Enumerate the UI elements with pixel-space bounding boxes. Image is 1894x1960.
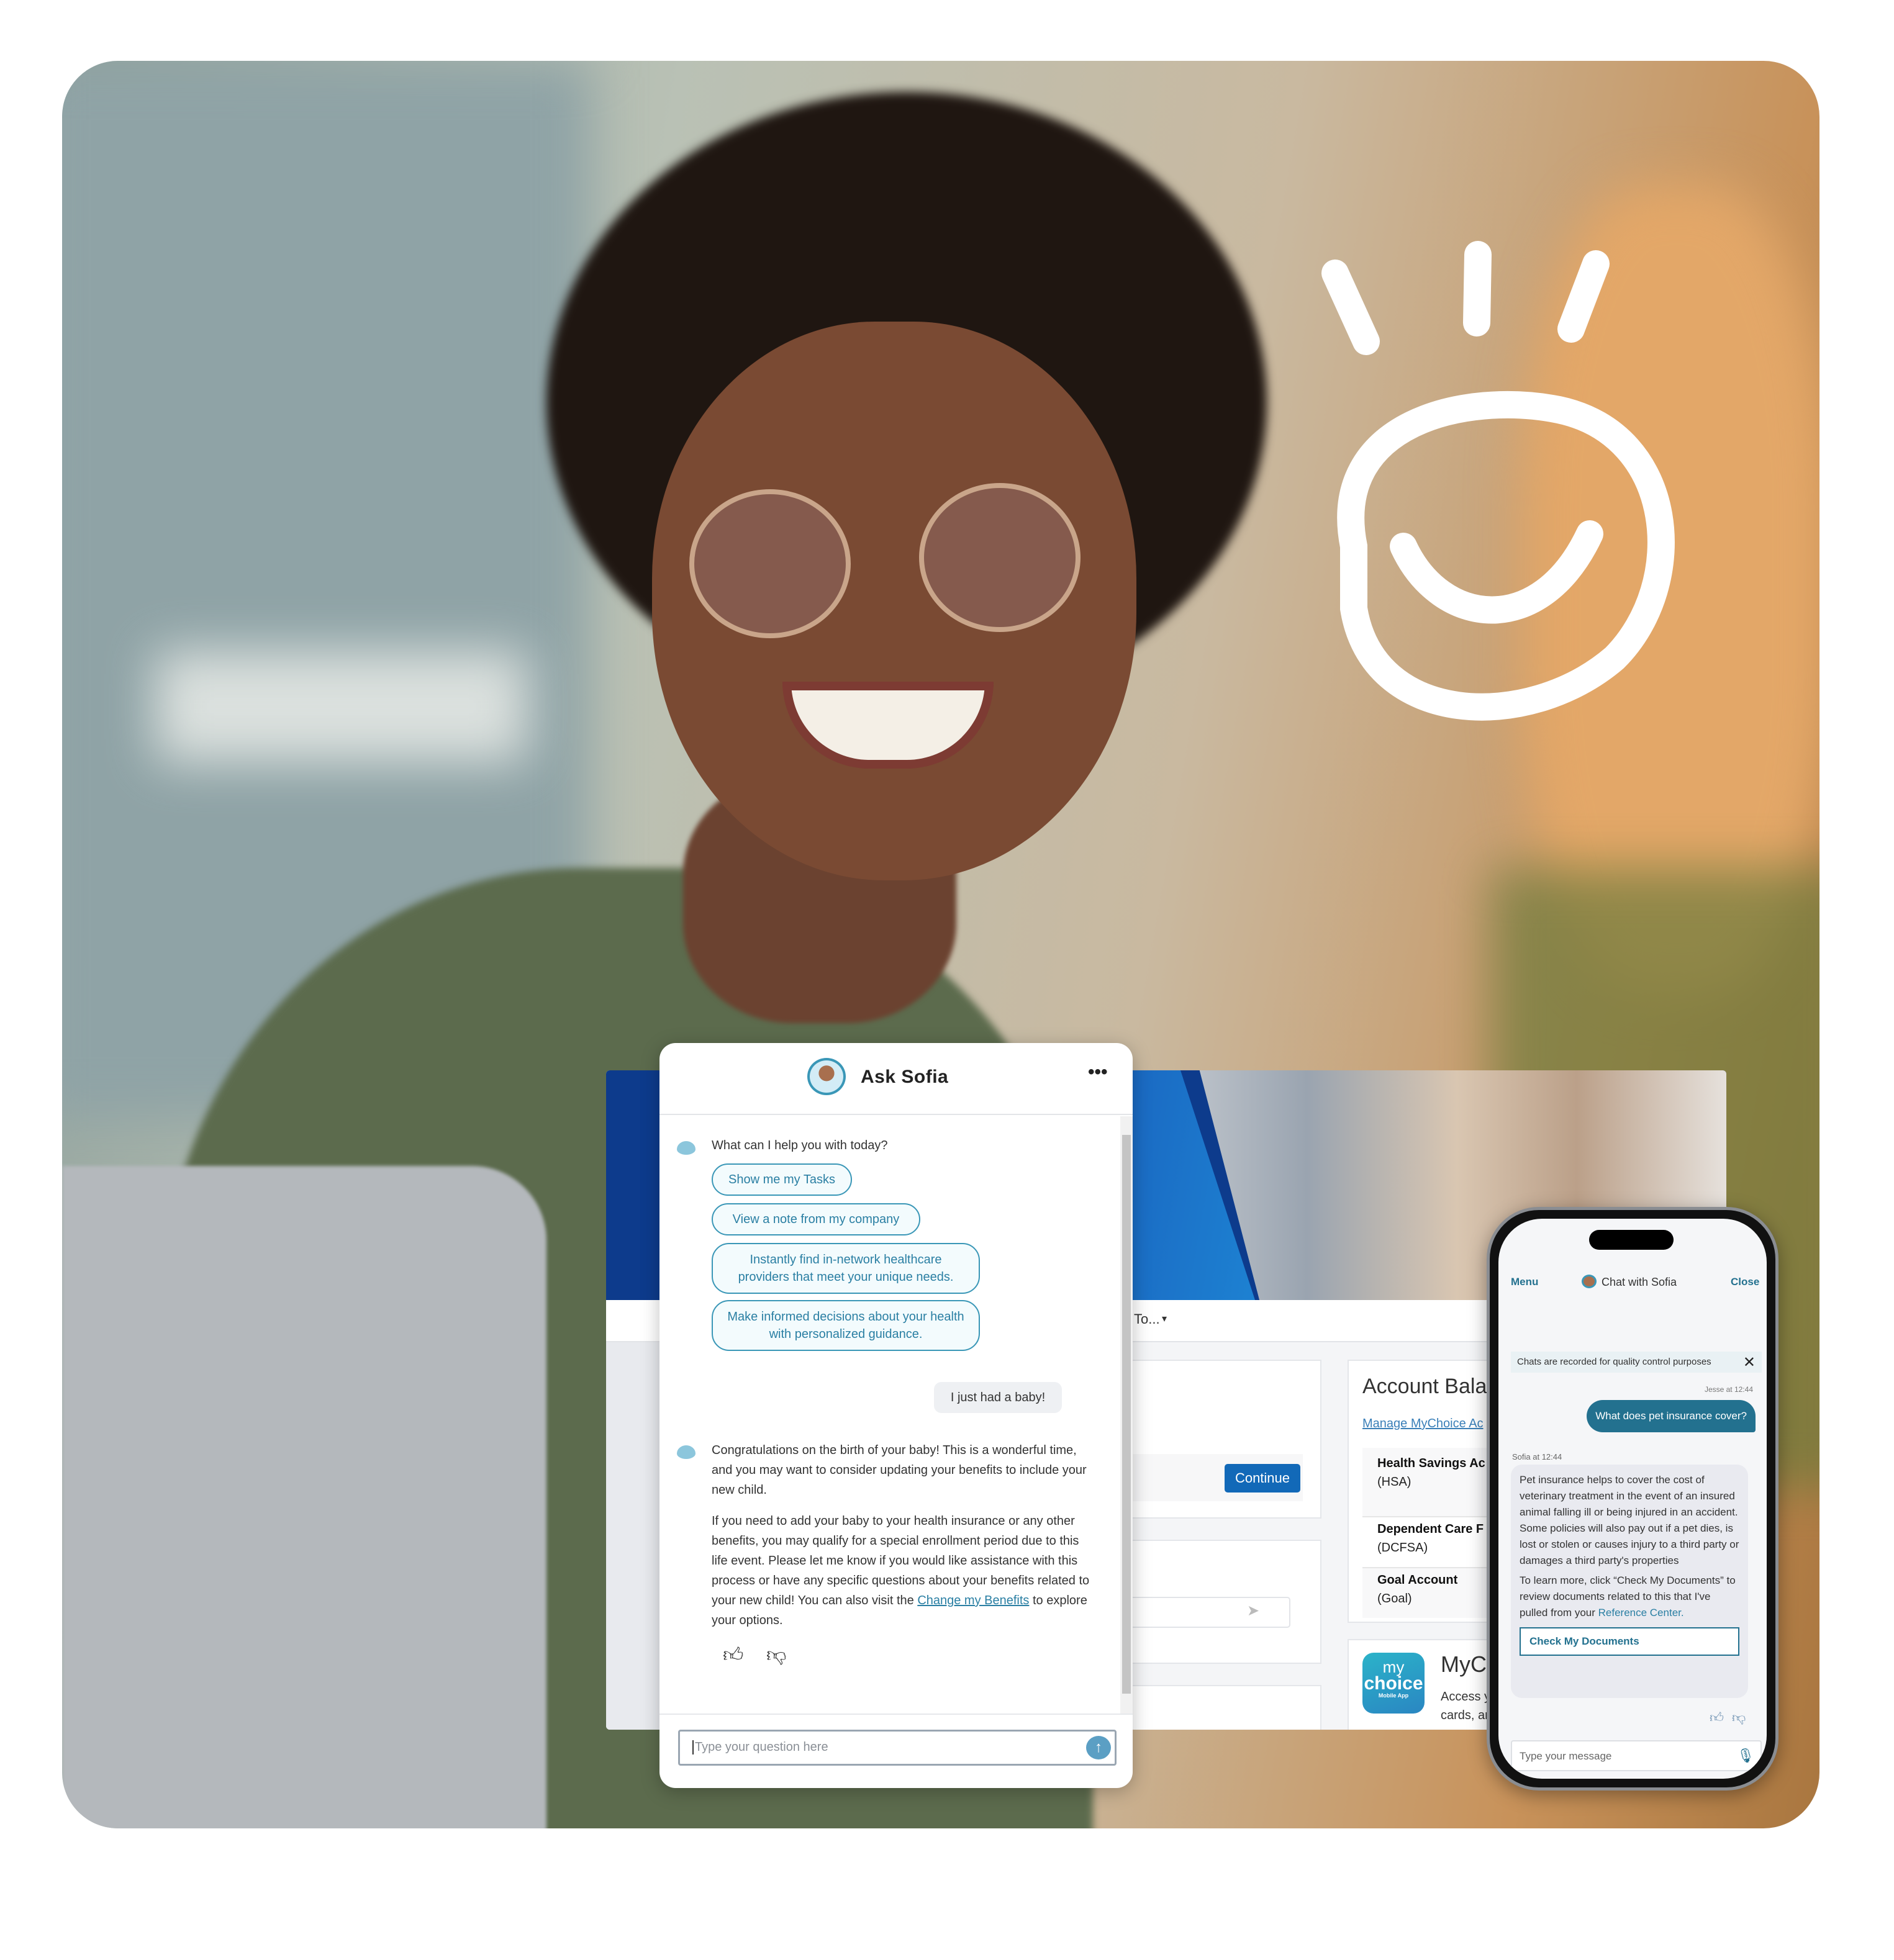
account-title: Account Balan bbox=[1362, 1375, 1499, 1398]
bot-chat-icon bbox=[677, 1445, 696, 1459]
suggestion-find-providers[interactable]: Instantly find in-network healthcare pro… bbox=[712, 1243, 980, 1294]
continue-button[interactable]: Continue bbox=[1225, 1464, 1300, 1493]
user-message-bubble: I just had a baby! bbox=[934, 1382, 1062, 1413]
nav-dropdown[interactable]: To... bbox=[1134, 1311, 1160, 1327]
mychoice-logo: my choice Mobile App bbox=[1362, 1653, 1425, 1714]
close-button[interactable]: Close bbox=[1731, 1276, 1759, 1288]
manage-accounts-link[interactable]: Manage MyChoice Ac bbox=[1362, 1417, 1484, 1431]
bot-chat-icon bbox=[677, 1141, 696, 1155]
close-icon[interactable]: ✕ bbox=[1743, 1353, 1756, 1371]
portal-sidebar bbox=[606, 1342, 662, 1730]
message-input[interactable]: Type your message 🎙︎ bbox=[1511, 1740, 1762, 1771]
thumbs-up-icon[interactable]: 👍︎ bbox=[723, 1643, 743, 1667]
send-icon[interactable]: ➤ bbox=[1247, 1602, 1259, 1620]
thumbs-down-icon[interactable]: 👎︎ bbox=[1732, 1709, 1746, 1726]
suggestion-health-guidance[interactable]: Make informed decisions about your healt… bbox=[712, 1300, 980, 1351]
phone-screen: Menu Chat with Sofia Close Chats are rec… bbox=[1498, 1219, 1767, 1779]
question-input[interactable]: Type your question here ↑ bbox=[678, 1730, 1117, 1766]
user-message-bubble: What does pet insurance cover? bbox=[1587, 1400, 1756, 1432]
bot-greeting: What can I help you with today? bbox=[712, 1139, 888, 1152]
bot-reply-paragraph: If you need to add your baby to your hea… bbox=[712, 1514, 1090, 1627]
suggestion-company-note[interactable]: View a note from my company bbox=[712, 1203, 920, 1235]
dynamic-island bbox=[1589, 1230, 1674, 1250]
thumbs-up-icon[interactable]: 👍︎ bbox=[1710, 1709, 1724, 1726]
chat-scrollbar[interactable] bbox=[1120, 1116, 1133, 1714]
chat-header: Ask Sofia ••• bbox=[659, 1043, 1133, 1115]
microphone-icon[interactable]: 🎙︎ bbox=[1737, 1748, 1754, 1764]
menu-button[interactable]: Menu bbox=[1511, 1276, 1538, 1288]
change-benefits-link[interactable]: Change my Benefits bbox=[917, 1594, 1029, 1607]
bot-message-bubble: Pet insurance helps to cover the cost of… bbox=[1511, 1465, 1748, 1698]
suggestion-show-tasks[interactable]: Show me my Tasks bbox=[712, 1163, 852, 1196]
sofia-avatar bbox=[1582, 1275, 1597, 1288]
phone-chat-title: Chat with Sofia bbox=[1602, 1276, 1677, 1288]
ask-sofia-chat-widget: Ask Sofia ••• What can I help you with t… bbox=[659, 1043, 1133, 1788]
chat-title: Ask Sofia bbox=[861, 1067, 949, 1087]
send-arrow-up-icon[interactable]: ↑ bbox=[1086, 1736, 1111, 1759]
laptop bbox=[62, 1166, 546, 1828]
recording-notice: Chats are recorded for quality control p… bbox=[1511, 1352, 1762, 1373]
more-horizontal-icon[interactable]: ••• bbox=[1088, 1062, 1108, 1083]
smiley-doodle-icon bbox=[1321, 241, 1675, 721]
check-my-documents-button[interactable]: Check My Documents bbox=[1520, 1627, 1739, 1656]
bot-reply-paragraph: Congratulations on the birth of your bab… bbox=[712, 1443, 1087, 1497]
bot-message-meta: Sofia at 12:44 bbox=[1512, 1452, 1562, 1461]
reference-center-link[interactable]: Reference Center. bbox=[1598, 1607, 1684, 1619]
caret-down-icon[interactable]: ▾ bbox=[1162, 1312, 1167, 1325]
glasses-right bbox=[919, 483, 1081, 632]
mobile-phone: Menu Chat with Sofia Close Chats are rec… bbox=[1487, 1207, 1778, 1791]
user-message-meta: Jesse at 12:44 bbox=[1704, 1385, 1753, 1394]
sofia-avatar bbox=[807, 1058, 846, 1095]
thumbs-down-icon[interactable]: 👎︎ bbox=[766, 1643, 786, 1667]
glasses-left bbox=[689, 489, 851, 638]
